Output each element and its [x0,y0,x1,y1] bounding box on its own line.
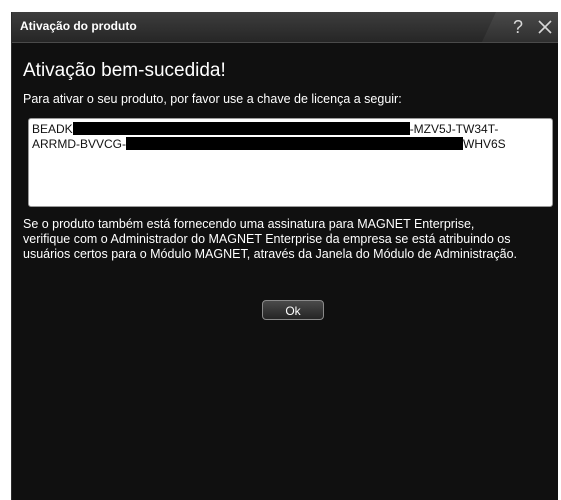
license-key-line-2: ARRMD-BVVCG- WHV6S [32,137,506,151]
license-key-field[interactable]: BEADK -MZV5J-TW34T- ARRMD-BVVCG- WHV6S [28,118,553,207]
key-line-1-start: BEADK [32,122,73,136]
success-heading: Ativação bem-sucedida! [23,60,226,81]
window-title: Ativação do produto [20,19,137,33]
close-icon[interactable] [536,18,554,36]
product-activation-dialog: Ativação do produto ? Ativação bem-suced… [11,12,558,500]
key-line-2-end: WHV6S [463,137,506,151]
redaction-bar [72,122,410,135]
title-bar: Ativação do produto ? [12,12,558,43]
redaction-bar [126,137,464,150]
key-line-1-end: -MZV5J-TW34T- [409,122,499,136]
instruction-text: Para ativar o seu produto, por favor use… [23,92,402,106]
screenshot-frame: Ativação do produto ? Ativação bem-suced… [3,0,558,500]
magnet-enterprise-notice: Se o produto também está fornecendo uma … [23,217,518,261]
key-line-2-start: ARRMD-BVVCG- [32,137,127,151]
license-key-line-1: BEADK -MZV5J-TW34T- [32,122,498,136]
ok-button[interactable]: Ok [262,300,324,320]
help-button[interactable]: ? [513,17,523,38]
